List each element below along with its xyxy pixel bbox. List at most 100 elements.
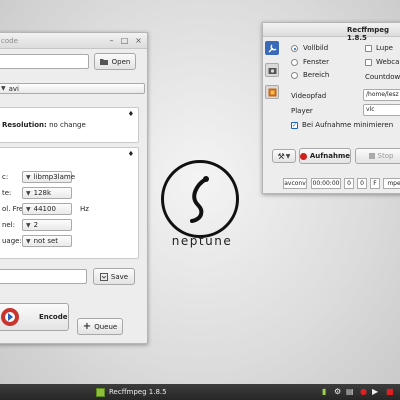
bereich-label: Bereich [303, 71, 330, 79]
audio-language-select[interactable]: ▼ not set [22, 235, 72, 247]
collapse-icon[interactable]: ♦ [128, 110, 134, 118]
tab-camera[interactable] [265, 63, 279, 77]
film-icon [268, 88, 276, 96]
audio-codec-select[interactable]: ▼ libmp3lame [22, 171, 76, 183]
status-encoder: avconv [283, 178, 307, 189]
audio-bitrate-label: te: [2, 189, 12, 197]
format-select[interactable]: ▼ avi [0, 83, 145, 94]
wrench-icon: ⚒ [277, 151, 285, 161]
neptune-logo [161, 160, 239, 238]
player-label: Player [291, 107, 313, 115]
neptune-logo-mark [190, 176, 209, 223]
settings-icon[interactable]: ⚙ [334, 387, 341, 397]
stop-button[interactable]: Stop [355, 148, 400, 164]
play-icon[interactable]: ▶ [372, 387, 378, 397]
encoder-window: code – □ × Open ▼ avi ♦ Resolution: no c… [0, 32, 148, 344]
chevron-down-icon: ▼ [26, 221, 31, 229]
queue-button[interactable]: + Queue [77, 318, 123, 335]
status-ext: mpe [383, 178, 400, 189]
encode-icon [1, 308, 19, 326]
status-n1: 0 [344, 178, 354, 189]
fenster-radio[interactable] [291, 59, 298, 66]
queue-button-label: Queue [94, 322, 118, 331]
collapse-icon[interactable]: ♦ [128, 150, 134, 158]
folder-icon [99, 58, 108, 65]
network-icon[interactable]: ▮ [322, 387, 326, 397]
audio-language-label: uage: [2, 237, 22, 245]
audio-frequency-value: 44100 [33, 205, 56, 213]
audio-bitrate-value: 128k [33, 189, 52, 197]
audio-codec-value: libmp3lame [33, 173, 76, 181]
tab-video[interactable] [265, 85, 279, 99]
audio-channels-select[interactable]: ▼ 2 [22, 219, 72, 231]
audio-frequency-unit: Hz [80, 205, 89, 213]
audio-codec-label: c: [2, 173, 9, 181]
resolution-label: Resolution: [2, 121, 47, 129]
vollbild-label: Vollbild [303, 44, 329, 52]
video-options-panel: ♦ Resolution: no change [0, 107, 139, 143]
stop-button-label: Stop [377, 152, 394, 160]
stop-icon [368, 153, 375, 159]
record-icon [300, 152, 307, 160]
webcam-label: Webcam [376, 58, 400, 66]
save-icon [99, 272, 108, 281]
recffmpeg-window: Recffmpeg 1.8.5 Vollbild Fenster Bereich… [262, 22, 400, 194]
audio-options-panel: ♦ c: ▼ libmp3lame te: ▼ 128k ol. Freq: ▼… [0, 147, 139, 259]
chevron-down-icon: ▼ [26, 205, 31, 213]
neptune-logo-text: neptune [171, 234, 233, 248]
taskbar-item-recffmpeg[interactable]: Recffmpeg 1.8.5 [96, 386, 176, 398]
countdown-label: Countdown [365, 73, 400, 81]
minimize-checkbox[interactable]: ✓ [291, 122, 298, 129]
plus-icon: + [82, 321, 92, 332]
chevron-down-icon: ▼ [1, 85, 6, 92]
taskbar-item-label: Recffmpeg 1.8.5 [109, 388, 167, 396]
recffmpeg-titlebar[interactable]: Recffmpeg 1.8.5 [263, 23, 400, 42]
save-button[interactable]: Save [93, 268, 135, 285]
audio-frequency-select[interactable]: ▼ 44100 [22, 203, 72, 215]
chevron-down-icon: ▼ [26, 189, 31, 197]
app-icon [96, 387, 105, 397]
output-file-field[interactable] [0, 269, 87, 284]
record-button[interactable]: Aufnahme [299, 148, 351, 164]
audio-language-value: not set [33, 237, 59, 245]
record-tray-icon[interactable]: ● [360, 387, 367, 397]
minimize-label: Bei Aufnahme minimieren [302, 121, 394, 129]
open-button[interactable]: Open [94, 53, 136, 70]
encode-button[interactable]: Encode [0, 303, 69, 331]
chevron-down-icon: ▼ [26, 237, 31, 245]
open-button-label: Open [111, 57, 131, 66]
format-value: avi [8, 84, 20, 93]
lupe-checkbox[interactable] [365, 45, 372, 52]
chevron-down-icon: ▼ [26, 173, 31, 181]
record-button-label: Aufnahme [309, 152, 350, 160]
status-n2: 0 [357, 178, 367, 189]
videopfad-input[interactable]: /home/lesz [363, 89, 400, 101]
chart-icon[interactable]: ▤ [346, 387, 354, 397]
audio-channels-value: 2 [33, 221, 39, 229]
input-file-field[interactable] [0, 54, 89, 69]
save-button-label: Save [110, 272, 129, 281]
tools-menu-button[interactable]: ⚒ ▼ [272, 149, 296, 163]
wrench-icon [268, 44, 276, 52]
stop-tray-icon[interactable]: ■ [386, 387, 394, 397]
status-time: 00:00:00 [311, 178, 341, 189]
player-input[interactable]: vlc [363, 104, 400, 116]
close-icon[interactable]: × [134, 36, 143, 45]
resolution-text: Resolution: no change [2, 121, 86, 129]
chevron-down-icon: ▼ [285, 152, 291, 160]
status-f: F [370, 178, 380, 189]
audio-channels-label: nel: [2, 221, 16, 229]
fenster-label: Fenster [303, 58, 329, 66]
encoder-window-title: code [1, 37, 18, 45]
taskbar: Recffmpeg 1.8.5 ▮ ⚙ ▤ ● ▶ ■ [0, 384, 400, 400]
webcam-checkbox[interactable] [365, 59, 372, 66]
maximize-icon[interactable]: □ [120, 36, 129, 45]
minimize-icon[interactable]: – [107, 36, 116, 45]
audio-bitrate-select[interactable]: ▼ 128k [22, 187, 72, 199]
tab-capture[interactable] [265, 41, 279, 55]
bereich-radio[interactable] [291, 72, 298, 79]
encoder-titlebar[interactable]: code – □ × [0, 33, 147, 49]
camera-icon [268, 67, 276, 74]
vollbild-radio[interactable] [291, 45, 298, 52]
videopfad-label: Videopfad [291, 92, 327, 100]
